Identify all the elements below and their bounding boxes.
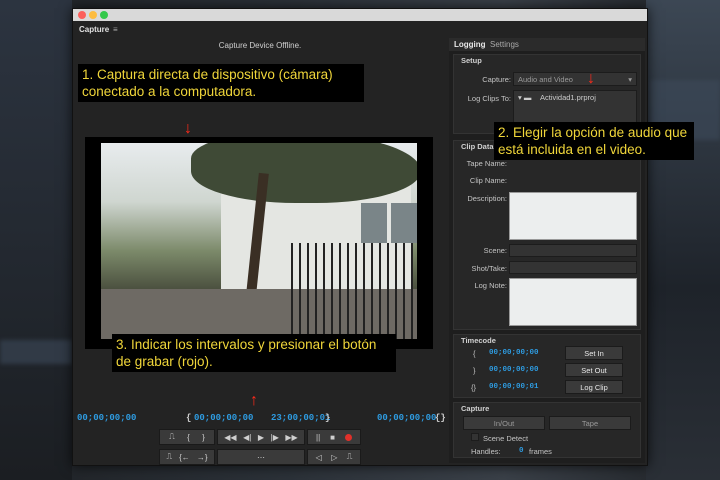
log-clips-label: Log Clips To: bbox=[467, 94, 511, 103]
arrow-down-icon: ↓ bbox=[184, 120, 192, 137]
capture-type-select[interactable]: Audio and Video ▾ bbox=[513, 72, 637, 86]
in-point-icon: { bbox=[473, 349, 476, 358]
clip-controls-row2: ⎍ {← →} bbox=[159, 449, 215, 465]
desktop-blur-block bbox=[0, 340, 72, 364]
record-button[interactable] bbox=[345, 433, 352, 441]
out-point-icon: } bbox=[325, 413, 331, 423]
device-status-text: Capture Device Offline. bbox=[218, 41, 302, 50]
current-timecode[interactable]: 00;00;00;00 bbox=[77, 413, 136, 423]
tab-logging[interactable]: Logging bbox=[454, 40, 486, 49]
zoom-window-button[interactable] bbox=[100, 11, 108, 19]
shot-take-label: Shot/Take: bbox=[471, 264, 507, 273]
play-button[interactable]: ▶ bbox=[258, 433, 264, 442]
in-point-icon: { bbox=[186, 413, 192, 423]
tape-button[interactable]: Tape bbox=[549, 416, 631, 430]
pause-button[interactable]: || bbox=[316, 433, 320, 442]
set-out-button[interactable]: Set Out bbox=[565, 363, 623, 377]
duration-timecode-value[interactable]: 00;00;00;01 bbox=[489, 383, 539, 391]
minimize-window-button[interactable] bbox=[89, 11, 97, 19]
shot-take-field[interactable] bbox=[509, 261, 637, 274]
arrow-down-icon: ↓ bbox=[587, 70, 595, 87]
window-shape bbox=[361, 203, 387, 243]
project-bin-item[interactable]: Actividad1.prproj bbox=[540, 93, 596, 102]
tape-name-label: Tape Name: bbox=[466, 159, 507, 168]
scene-controls: ◁ ▷ ⎍ bbox=[307, 449, 361, 465]
scene-detect-checkbox[interactable] bbox=[471, 433, 479, 441]
duration-timecode[interactable]: 00;00;00;00 bbox=[377, 413, 436, 423]
chevron-down-icon: ▾ bbox=[628, 75, 632, 84]
step-back-button[interactable]: ◀| bbox=[243, 433, 251, 442]
setup-title: Setup bbox=[461, 56, 482, 65]
in-timecode-value[interactable]: 00;00;00;00 bbox=[489, 349, 539, 357]
set-in-button[interactable]: Set In bbox=[565, 346, 623, 360]
log-clip-button[interactable]: Log Clip bbox=[565, 380, 623, 394]
duration-icon: {} bbox=[435, 413, 446, 423]
rewind-button[interactable]: ◀◀ bbox=[224, 433, 236, 442]
desktop-right-blur bbox=[646, 0, 720, 480]
handles-label: Handles: bbox=[471, 447, 501, 456]
mark-out-button[interactable]: } bbox=[202, 433, 205, 442]
tree-canopy-shape bbox=[191, 143, 417, 203]
video-preview bbox=[85, 137, 433, 349]
out-point-timecode[interactable]: 23;00;00;01 bbox=[271, 413, 330, 423]
title-bar bbox=[73, 9, 647, 21]
capture-label: Capture: bbox=[482, 75, 511, 84]
playback-controls: ◀◀ ◀| ▶ |▶ ▶▶ bbox=[217, 429, 305, 445]
folder-icon: ▾ ▬ bbox=[518, 93, 532, 102]
scene-label: Scene: bbox=[483, 246, 507, 255]
clip-name-label: Clip Name: bbox=[469, 176, 507, 185]
fast-forward-button[interactable]: ▶▶ bbox=[285, 433, 297, 442]
annotation-step-1: 1. Captura directa de dispositivo (cámar… bbox=[78, 64, 364, 102]
panel-menu-icon[interactable]: ≡ bbox=[113, 25, 118, 34]
tab-settings[interactable]: Settings bbox=[490, 40, 519, 49]
arrow-up-icon: ↑ bbox=[250, 392, 258, 409]
out-timecode-value[interactable]: 00;00;00;00 bbox=[489, 366, 539, 374]
clip-data-title: Clip Data bbox=[461, 142, 494, 151]
panel-tabs: Logging Settings bbox=[449, 38, 645, 51]
video-frame-image bbox=[101, 143, 417, 339]
description-field[interactable] bbox=[509, 192, 637, 240]
in-out-button[interactable]: In/Out bbox=[463, 416, 545, 430]
mark-in-button[interactable]: { bbox=[187, 433, 190, 442]
record-controls: || ■ bbox=[307, 429, 361, 445]
annotation-step-2: 2. Elegir la opción de audio que está in… bbox=[494, 122, 694, 160]
fence-shape bbox=[291, 243, 417, 339]
jog-wheel[interactable]: ⋯ bbox=[257, 453, 265, 462]
scene-detect-label: Scene Detect bbox=[483, 434, 529, 443]
capture-title: Capture bbox=[461, 404, 490, 413]
out-point-icon: } bbox=[473, 366, 476, 375]
log-note-field[interactable] bbox=[509, 278, 637, 326]
timecode-title: Timecode bbox=[461, 336, 496, 345]
capture-panel-tab[interactable]: Capture bbox=[79, 25, 109, 34]
goto-out-button[interactable]: →} bbox=[197, 453, 208, 462]
in-point-timecode[interactable]: 00;00;00;00 bbox=[194, 413, 253, 423]
desktop-left-blur bbox=[0, 0, 72, 480]
jog-shuttle[interactable]: ⋯ bbox=[217, 449, 305, 465]
previous-scene-button[interactable]: ◁ bbox=[316, 453, 322, 462]
logging-panel: Logging Settings Setup Capture: Audio an… bbox=[449, 38, 645, 463]
stop-button[interactable]: ■ bbox=[330, 433, 335, 442]
clapper-icon[interactable]: ⎍ bbox=[347, 452, 353, 462]
scene-icon[interactable]: ⎍ bbox=[167, 452, 173, 462]
log-note-label: Log Note: bbox=[474, 281, 507, 290]
handles-unit: frames bbox=[529, 447, 552, 456]
annotation-step-3: 3. Indicar los intervalos y presionar el… bbox=[112, 334, 396, 372]
window-shape bbox=[391, 203, 417, 243]
capture-type-value: Audio and Video bbox=[518, 75, 573, 84]
description-label: Description: bbox=[467, 194, 507, 203]
close-window-button[interactable] bbox=[78, 11, 86, 19]
step-forward-button[interactable]: |▶ bbox=[271, 433, 279, 442]
scene-field[interactable] bbox=[509, 244, 637, 257]
goto-in-button[interactable]: {← bbox=[179, 453, 190, 462]
handles-value[interactable]: 0 bbox=[519, 447, 524, 455]
duration-icon: {} bbox=[471, 383, 477, 392]
clip-controls-row1: ⎍ { } bbox=[159, 429, 215, 445]
clip-icon[interactable]: ⎍ bbox=[169, 432, 175, 442]
next-scene-button[interactable]: ▷ bbox=[331, 453, 337, 462]
